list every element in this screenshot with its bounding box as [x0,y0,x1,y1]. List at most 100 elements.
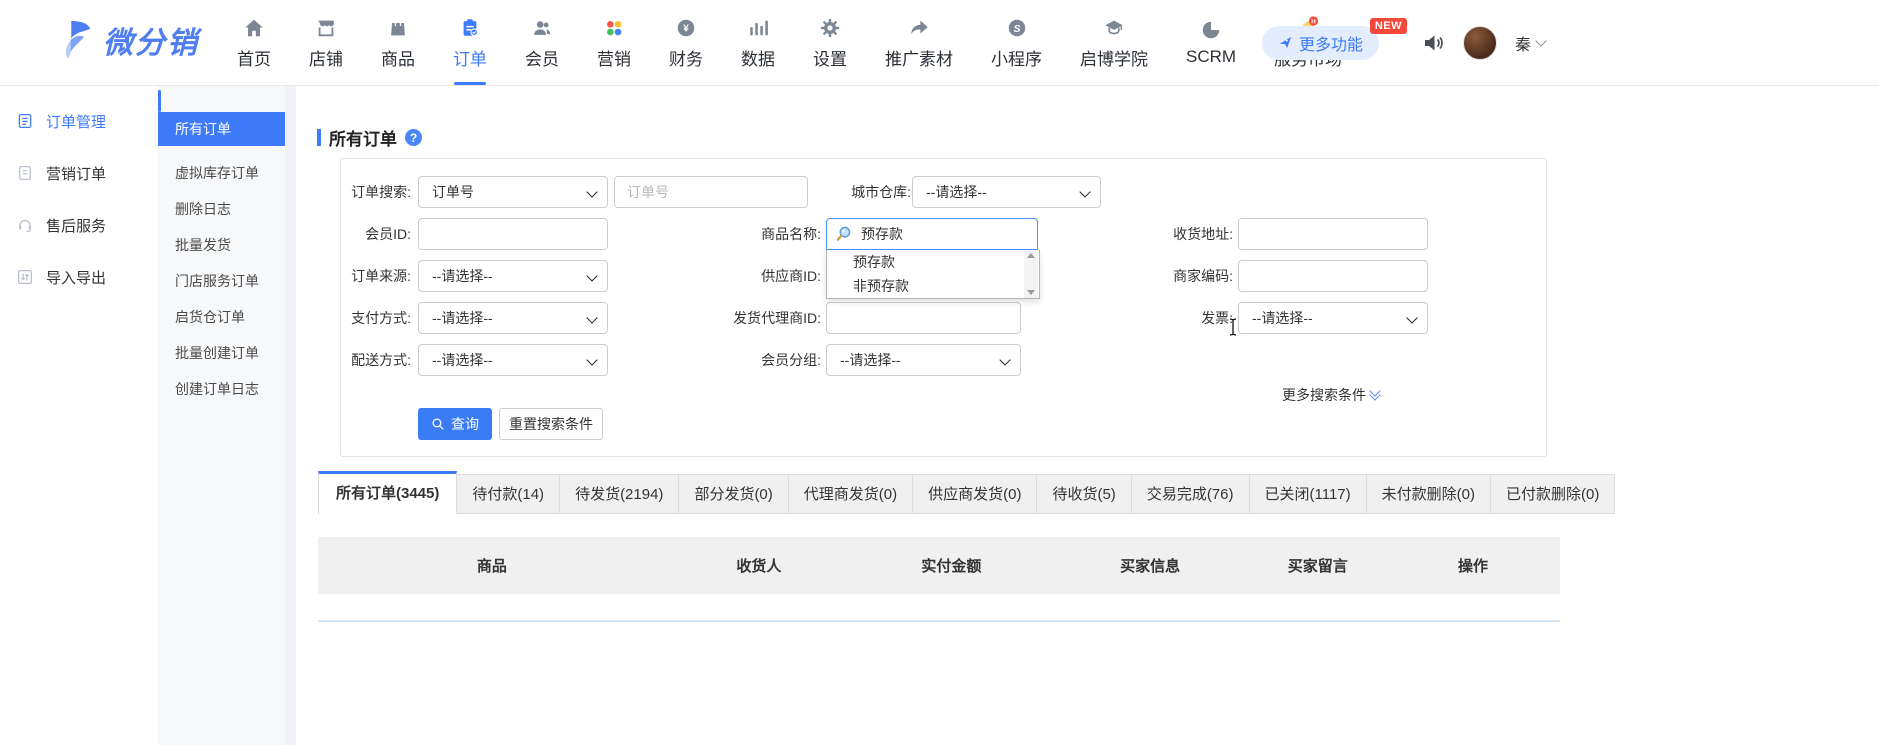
submenu-item-create-order-log[interactable]: 创建订单日志 [158,371,285,407]
more-search-conditions-link[interactable]: 更多搜索条件 [1282,385,1379,405]
main-content: 所有订单 ? 订单搜索: 订单号 城市仓库: --请选择-- 会员ID: 商品名… [296,85,1560,745]
page-title-row: 所有订单 ? [317,125,422,150]
announcement-speaker-icon[interactable] [1421,31,1445,55]
nav-label: 首页 [237,45,271,70]
tab-closed[interactable]: 已关闭(1117) [1249,474,1367,514]
submenu-item-delete-log[interactable]: 删除日志 [158,191,285,227]
nav-item-data[interactable]: 数据 [722,0,794,85]
nav-item-marketing[interactable]: 营销 [578,0,650,85]
member-id-input-wrap [418,218,608,250]
order-no-input[interactable] [615,177,807,207]
merchant-code-label: 商家编码: [1048,260,1233,292]
reset-search-button[interactable]: 重置搜索条件 [499,408,603,440]
pay-method-label: 支付方式: [341,302,411,334]
search-icon [431,417,445,431]
more-features-button[interactable]: 更多功能 NEW [1262,26,1379,60]
scroll-down-icon[interactable] [1027,290,1035,295]
headset-icon [16,216,34,234]
submenu-item-batch-shipping[interactable]: 批量发货 [158,227,285,263]
first-order-row-edge [318,620,1560,622]
tab-unpaid-deleted[interactable]: 未付款删除(0) [1366,474,1491,514]
sidebar-item-import-export[interactable]: 导入导出 [16,257,158,297]
suggestion-option[interactable]: 预存款 [827,250,1039,274]
order-search-label: 订单搜索: [341,176,411,208]
nav-item-orders[interactable]: 订单 [434,0,506,85]
nav-item-finance[interactable]: ¥ 财务 [650,0,722,85]
suggestion-option[interactable]: 非预存款 [827,274,1039,298]
receiver-address-input[interactable] [1239,219,1427,249]
chevron-down-icon [586,186,597,197]
sidebar-item-order-management[interactable]: 订单管理 [16,101,158,141]
scroll-up-icon[interactable] [1027,253,1035,258]
ship-agent-input[interactable] [827,303,1020,333]
nav-item-goods[interactable]: 商品 [362,0,434,85]
chevron-down-icon [586,312,597,323]
nav-label: 启博学院 [1080,45,1148,70]
order-clipboard-icon [459,16,481,40]
nav-item-mini-program[interactable]: S 小程序 [972,0,1061,85]
col-header-buyer-info: 买家信息 [1051,555,1250,576]
nav-item-members[interactable]: 会员 [506,0,578,85]
city-warehouse-select[interactable]: --请选择-- [912,176,1101,208]
nav-item-home[interactable]: 首页 [218,0,290,85]
submenu-item-virtual-stock-orders[interactable]: 虚拟库存订单 [158,155,285,191]
navbar-right-cluster: 更多功能 NEW 秦 [1262,0,1545,85]
nav-label: 营销 [597,45,631,70]
member-group-select[interactable]: --请选择-- [826,344,1021,376]
submenu-item-store-service-orders[interactable]: 门店服务订单 [158,263,285,299]
nav-item-settings[interactable]: 设置 [794,0,866,85]
member-id-input[interactable] [419,219,607,249]
nav-item-shop[interactable]: 店铺 [290,0,362,85]
order-status-tabs: 所有订单(3445) 待付款(14) 待发货(2194) 部分发货(0) 代理商… [318,471,1615,514]
tab-pending-payment[interactable]: 待付款(14) [456,474,560,514]
tab-paid-deleted[interactable]: 已付款删除(0) [1490,474,1615,514]
order-management-icon [16,112,34,130]
tab-completed[interactable]: 交易完成(76) [1131,474,1250,514]
dropdown-scrollbar[interactable] [1024,250,1038,298]
mini-program-icon: S [1006,16,1028,40]
nav-item-academy[interactable]: 启博学院 [1061,0,1167,85]
tab-all-orders[interactable]: 所有订单(3445) [318,471,457,514]
query-button-label: 查询 [451,414,479,434]
nav-item-promo-materials[interactable]: 推广素材 [866,0,972,85]
sidebar-item-marketing-orders[interactable]: 营销订单 [16,153,158,193]
submenu-item-batch-create-orders[interactable]: 批量创建订单 [158,335,285,371]
product-suggestion-dropdown: 预存款 非预存款 [826,250,1040,299]
top-navbar: 微分销 首页 店铺 商品 订单 [0,0,1879,86]
pay-method-select[interactable]: --请选择-- [418,302,608,334]
col-header-receiver: 收货人 [666,555,852,576]
merchant-code-input[interactable] [1239,261,1427,291]
tab-partial-shipment[interactable]: 部分发货(0) [678,474,788,514]
order-search-type-select[interactable]: 订单号 [418,176,608,208]
submenu-scrollbar-thumb[interactable] [158,90,161,112]
query-button[interactable]: 查询 [418,408,492,440]
user-avatar[interactable] [1463,26,1497,60]
sidebar-item-after-sales[interactable]: 售后服务 [16,205,158,245]
page-title: 所有订单 [329,125,397,150]
submenu-item-all-orders[interactable]: 所有订单 [158,112,285,146]
tab-supplier-shipment[interactable]: 供应商发货(0) [912,474,1037,514]
product-name-combo[interactable]: 预存款 [826,218,1038,250]
submenu-item-qihuo-warehouse-orders[interactable]: 启货仓订单 [158,299,285,335]
sidebar-main: 订单管理 营销订单 售后服务 导入导出 [0,85,159,745]
marketing-orders-icon [16,164,34,182]
tab-pending-receipt[interactable]: 待收货(5) [1036,474,1131,514]
product-name-label: 商品名称: [636,218,821,250]
order-source-select[interactable]: --请选择-- [418,260,608,292]
member-id-label: 会员ID: [341,218,411,250]
rocket-icon [1278,35,1293,50]
member-group-label: 会员分组: [636,344,821,376]
brand-logo[interactable]: 微分销 [57,18,199,62]
nav-item-scrm[interactable]: SCRM [1167,0,1255,85]
help-icon[interactable]: ? [405,129,422,146]
col-header-buyer-message: 买家留言 [1249,555,1386,576]
invoice-select[interactable]: --请选择-- [1238,302,1428,334]
tab-agent-shipment[interactable]: 代理商发货(0) [788,474,913,514]
tab-pending-shipment[interactable]: 待发货(2194) [559,474,679,514]
delivery-method-select[interactable]: --请选择-- [418,344,608,376]
nav-label: 店铺 [309,45,343,70]
primary-nav: 首页 店铺 商品 订单 会员 [218,0,1361,85]
user-menu[interactable]: 秦 [1515,31,1545,55]
marketing-dots-icon [603,16,625,40]
merchant-code-input-wrap [1238,260,1428,292]
